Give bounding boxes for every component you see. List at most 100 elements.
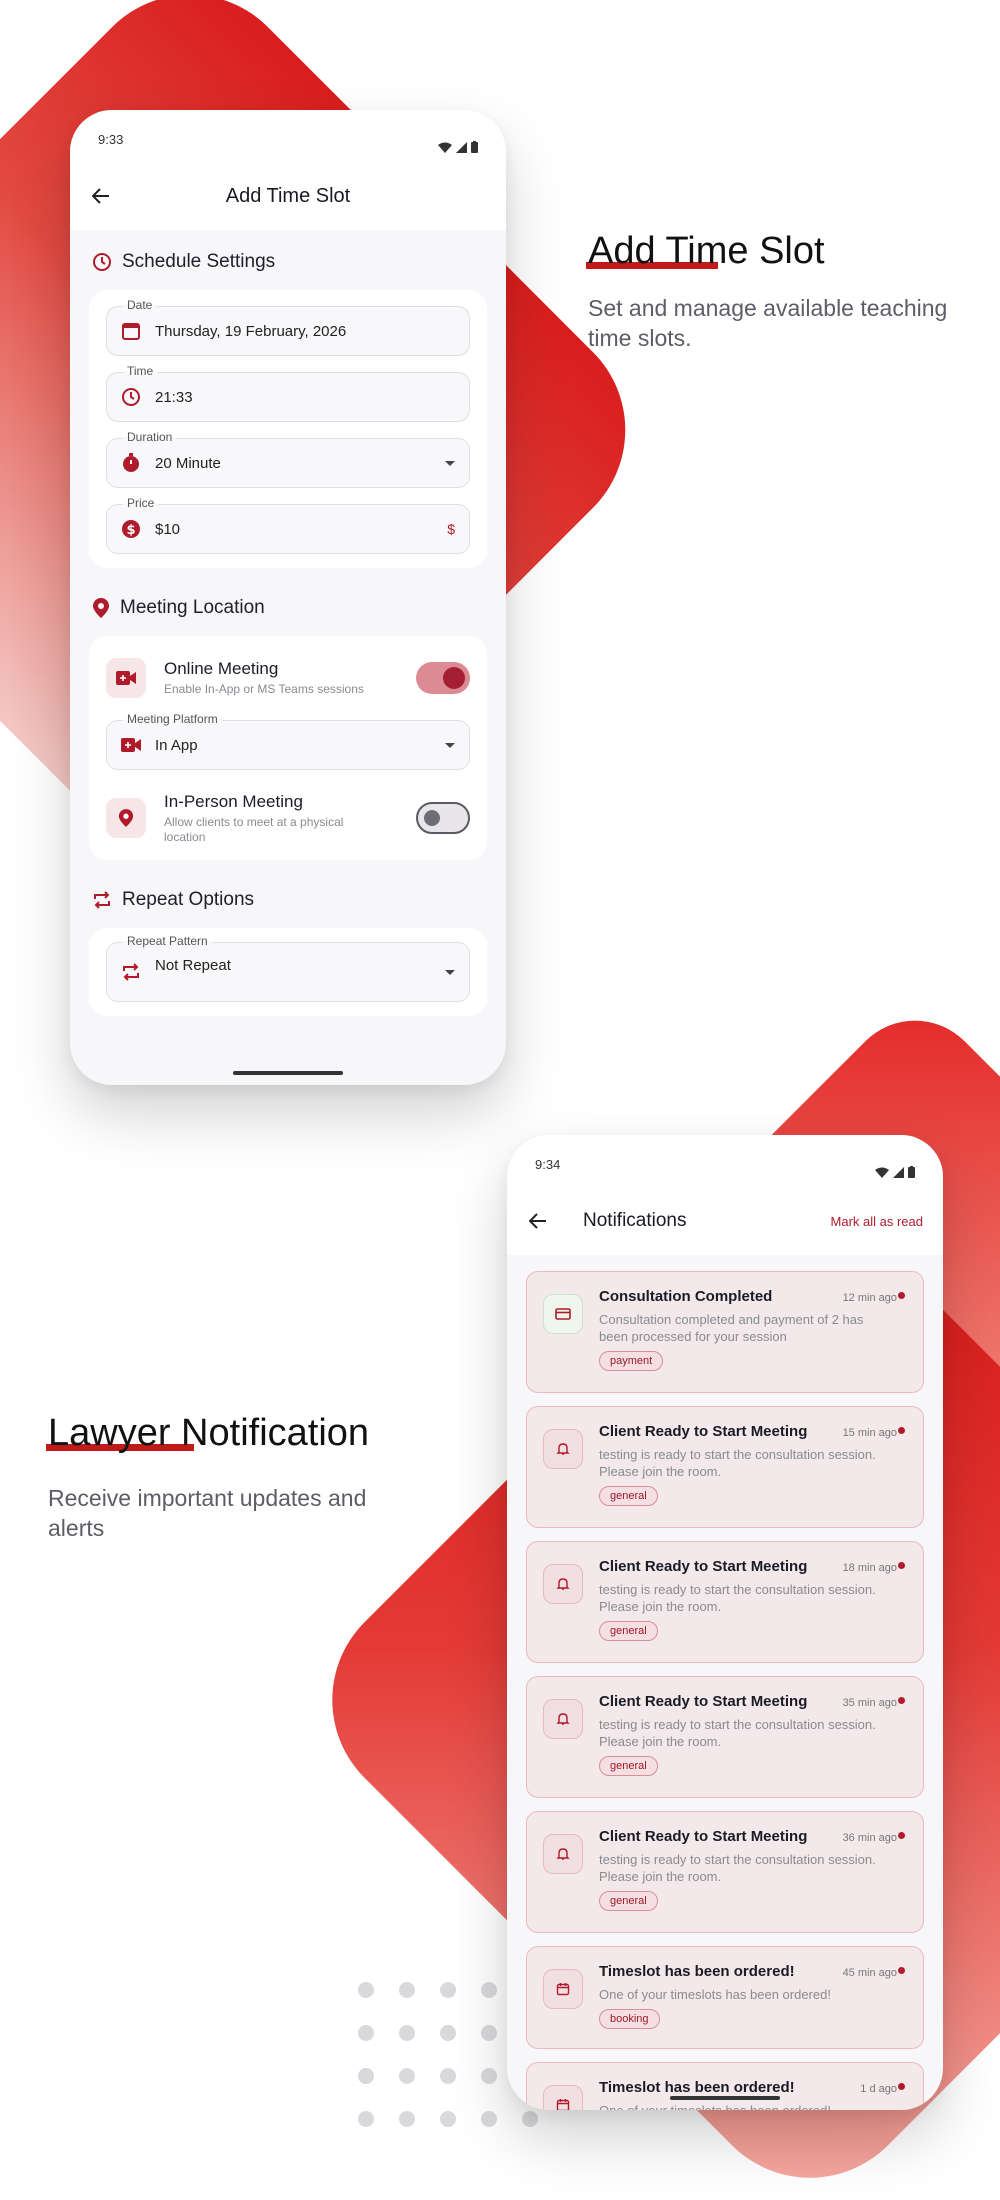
chevron-down-icon [445, 969, 455, 975]
feature-title: Add Time Slot [586, 230, 825, 272]
dollar-icon: $ [122, 520, 140, 538]
notification-item[interactable]: Consultation Completed 12 min ago Consul… [526, 1271, 924, 1393]
location-pin-icon [93, 598, 109, 618]
chevron-down-icon [445, 460, 455, 466]
location-pin-icon [106, 798, 146, 838]
unread-dot [898, 1832, 905, 1839]
feature-add-time-slot: Add Time Slot Set and manage available t… [586, 230, 988, 353]
bell-icon [543, 1429, 583, 1469]
notification-item[interactable]: Timeslot has been ordered! 1 d ago One o… [526, 2062, 924, 2110]
notification-message: testing is ready to start the consultati… [599, 1447, 876, 1479]
online-meeting-toggle[interactable] [416, 662, 470, 694]
credit-card-icon [543, 1294, 583, 1334]
time-field[interactable]: Time 21:33 [106, 364, 470, 422]
section-schedule-settings: Schedule Settings [70, 244, 506, 280]
phone-add-time-slot: 9:33 Add Time Slot Schedule Settings Dat… [70, 110, 506, 1085]
notification-tag: booking [599, 2009, 660, 2029]
unread-dot [898, 1697, 905, 1704]
svg-text:$: $ [126, 523, 135, 538]
calendar-icon [122, 323, 140, 340]
notification-message: Consultation completed and payment of 2 … [599, 1312, 864, 1344]
app-bar: Add Time Slot [70, 162, 506, 230]
page-title: Add Time Slot [225, 184, 351, 207]
unread-dot [898, 1292, 905, 1299]
notification-title: Consultation Completed [599, 1288, 773, 1305]
section-repeat-options: Repeat Options [70, 882, 506, 918]
notification-time: 15 min ago [842, 1427, 897, 1439]
notification-item[interactable]: Client Ready to Start Meeting 15 min ago… [526, 1406, 924, 1528]
video-camera-icon [106, 658, 146, 698]
notification-message: One of your timeslots has been ordered! [599, 2102, 889, 2110]
online-meeting-subtitle: Enable In-App or MS Teams sessions [164, 682, 364, 696]
status-bar: 9:34 [507, 1135, 943, 1187]
video-camera-icon [121, 738, 141, 752]
feature-lawyer-notification: Lawyer Notification Receive important up… [46, 1412, 428, 1543]
feature-description: Receive important updates and alerts [48, 1485, 367, 1541]
notification-title: Client Ready to Start Meeting [599, 1558, 808, 1575]
notification-tag: general [599, 1891, 658, 1911]
page-title: Notifications [583, 1210, 687, 1231]
back-arrow-icon[interactable] [90, 185, 112, 207]
notification-title: Client Ready to Start Meeting [599, 1693, 808, 1710]
wifi-icon [875, 1167, 889, 1178]
notification-item[interactable]: Client Ready to Start Meeting 18 min ago… [526, 1541, 924, 1663]
status-time: 9:34 [535, 1157, 561, 1172]
notification-title: Client Ready to Start Meeting [599, 1828, 808, 1845]
home-indicator [233, 1071, 343, 1075]
status-time: 9:33 [98, 132, 124, 147]
bell-icon [543, 1564, 583, 1604]
notification-time: 18 min ago [842, 1562, 897, 1574]
price-field[interactable]: Price $ $10 $ [106, 496, 470, 554]
feature-title: Lawyer Notification [46, 1412, 370, 1454]
bell-icon [543, 1699, 583, 1739]
location-card: Online Meeting Enable In-App or MS Teams… [89, 636, 487, 860]
in-person-meeting-title: In-Person Meeting [164, 791, 303, 811]
notification-title: Client Ready to Start Meeting [599, 1423, 808, 1440]
in-person-meeting-subtitle: Allow clients to meet at a physical loca… [164, 814, 344, 844]
notification-item[interactable]: Client Ready to Start Meeting 35 min ago… [526, 1676, 924, 1798]
in-person-meeting-toggle[interactable] [416, 802, 470, 834]
notification-tag: payment [599, 1351, 664, 1371]
in-person-meeting-row: In-Person Meeting Allow clients to meet … [106, 790, 470, 846]
section-meeting-location: Meeting Location [70, 590, 506, 626]
bell-icon [543, 1834, 583, 1874]
notification-message: testing is ready to start the consultati… [599, 1852, 876, 1884]
notification-item[interactable]: Client Ready to Start Meeting 36 min ago… [526, 1811, 924, 1933]
clock-icon [93, 253, 111, 271]
date-field[interactable]: Date Thursday, 19 February, 2026 [106, 298, 470, 356]
notification-item[interactable]: Timeslot has been ordered! 45 min ago On… [526, 1946, 924, 2049]
repeat-icon [123, 963, 139, 981]
notification-time: 12 min ago [842, 1292, 897, 1304]
calendar-icon [543, 2085, 583, 2110]
battery-icon [908, 1166, 915, 1178]
notification-tag: general [599, 1486, 658, 1506]
signal-icon [893, 1166, 904, 1178]
home-indicator [670, 2096, 780, 2100]
repeat-card: Repeat Pattern Not Repeat [89, 928, 487, 1016]
duration-select[interactable]: Duration 20 Minute [106, 430, 470, 488]
battery-icon [471, 141, 478, 153]
unread-dot [898, 2083, 905, 2090]
app-bar: Notifications Mark all as read [507, 1187, 943, 1255]
notification-tag: general [599, 1621, 658, 1641]
notification-time: 36 min ago [842, 1832, 897, 1844]
repeat-pattern-select[interactable]: Repeat Pattern Not Repeat [106, 934, 470, 1002]
clock-icon [122, 388, 140, 406]
notification-title: Timeslot has been ordered! [599, 2079, 795, 2096]
online-meeting-row: Online Meeting Enable In-App or MS Teams… [106, 650, 470, 706]
chevron-down-icon [445, 742, 455, 748]
meeting-platform-select[interactable]: Meeting Platform In App [106, 712, 470, 770]
unread-dot [898, 1562, 905, 1569]
feature-description: Set and manage available teaching time s… [588, 295, 948, 351]
phone-notifications: 9:34 Notifications Mark all as read Cons… [507, 1135, 943, 2110]
notification-time: 35 min ago [842, 1697, 897, 1709]
schedule-card: Date Thursday, 19 February, 2026 Time 21… [89, 290, 487, 568]
notification-message: One of your timeslots has been ordered! [599, 1987, 831, 2002]
back-arrow-icon[interactable] [527, 1210, 549, 1232]
mark-all-read-button[interactable]: Mark all as read [831, 1214, 923, 1229]
notification-title: Timeslot has been ordered! [599, 1963, 795, 1980]
timer-icon [123, 453, 139, 472]
status-bar: 9:33 [70, 110, 506, 162]
unread-dot [898, 1427, 905, 1434]
online-meeting-title: Online Meeting [164, 659, 279, 678]
